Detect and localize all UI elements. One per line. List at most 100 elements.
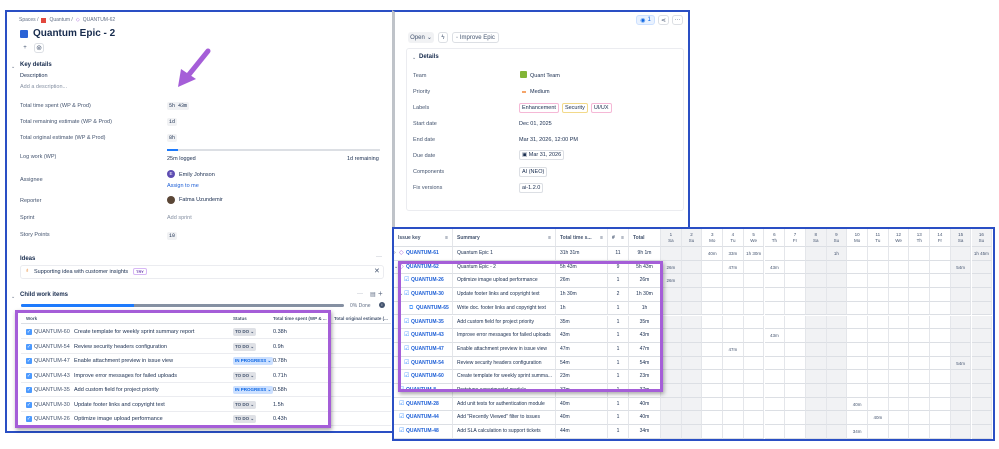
day-cell[interactable]: 34m xyxy=(847,425,868,439)
day-cell[interactable]: 47m xyxy=(723,260,744,275)
team-value[interactable]: Quant Team xyxy=(530,73,560,79)
day-cell[interactable] xyxy=(805,301,827,316)
issue-key-link[interactable]: QUANTUM-35 xyxy=(411,316,444,329)
day-cell[interactable] xyxy=(826,356,848,371)
day-cell[interactable] xyxy=(847,411,868,426)
day-cell[interactable] xyxy=(826,288,848,302)
status-dropdown[interactable]: TO DO ⌄ xyxy=(233,415,257,423)
day-cell[interactable] xyxy=(847,274,868,289)
day-cell[interactable] xyxy=(909,425,931,439)
expand-chevron-icon[interactable]: ⌄ xyxy=(399,288,403,301)
day-cell[interactable] xyxy=(930,301,951,316)
day-cell[interactable] xyxy=(785,315,806,330)
day-cell[interactable] xyxy=(971,356,993,371)
issue-key-link[interactable]: QUANTUM-28 xyxy=(406,398,439,411)
day-cell[interactable] xyxy=(909,301,931,316)
col-work[interactable]: Work xyxy=(26,316,37,321)
day-cell[interactable] xyxy=(661,301,682,316)
child-item-row[interactable]: ✓ QUANTUM-60 Create template for weekly sp… xyxy=(21,325,391,339)
day-cell[interactable] xyxy=(971,411,993,426)
day-cell[interactable] xyxy=(702,425,724,439)
day-cell[interactable] xyxy=(847,315,868,330)
day-cell[interactable] xyxy=(805,370,827,384)
expand-chevron-icon[interactable]: ⌄ xyxy=(394,261,398,274)
day-cell[interactable] xyxy=(702,356,724,371)
day-cell[interactable] xyxy=(826,370,848,384)
day-cell[interactable] xyxy=(743,342,765,357)
day-cell[interactable] xyxy=(764,384,786,398)
day-cell[interactable] xyxy=(661,329,682,343)
day-cell[interactable] xyxy=(785,425,806,439)
day-cell[interactable] xyxy=(847,288,868,302)
day-cell[interactable] xyxy=(888,274,910,289)
day-cell[interactable] xyxy=(785,247,806,261)
filter-icon[interactable]: ≡ xyxy=(621,229,624,246)
add-sprint-field[interactable]: Add sprint xyxy=(167,215,192,221)
day-cell[interactable] xyxy=(764,370,786,384)
day-cell[interactable] xyxy=(805,397,827,412)
day-cell[interactable] xyxy=(950,288,972,302)
day-cell[interactable] xyxy=(681,260,703,275)
day-cell[interactable] xyxy=(930,342,951,357)
day-cell[interactable] xyxy=(950,342,972,357)
day-cell[interactable]: 54m xyxy=(950,356,972,371)
day-cell[interactable] xyxy=(681,411,703,426)
day-cell[interactable] xyxy=(743,356,765,371)
day-cell[interactable] xyxy=(971,342,993,357)
day-cell[interactable] xyxy=(909,356,931,371)
day-cell[interactable] xyxy=(681,288,703,302)
day-cell[interactable] xyxy=(805,315,827,330)
day-cell[interactable] xyxy=(661,247,682,261)
day-cell[interactable] xyxy=(826,315,848,330)
day-cell[interactable] xyxy=(681,329,703,343)
expand-chevron-icon[interactable]: › xyxy=(394,247,396,260)
day-cell[interactable] xyxy=(888,384,910,398)
breadcrumb-spaces[interactable]: Spaces / xyxy=(19,17,38,23)
day-cell[interactable] xyxy=(847,342,868,357)
child-item-key[interactable]: QUANTUM-43 xyxy=(34,373,70,379)
close-icon[interactable]: ✕ xyxy=(374,267,380,275)
day-cell[interactable] xyxy=(681,425,703,439)
day-cell[interactable] xyxy=(868,384,889,398)
day-cell[interactable] xyxy=(764,247,786,261)
day-cell[interactable]: 40m xyxy=(868,411,889,426)
status-dropdown[interactable]: TO DO ⌄ xyxy=(233,328,257,336)
breadcrumb-issue[interactable]: QUANTUM-62 xyxy=(83,17,116,23)
day-cell[interactable] xyxy=(805,411,827,426)
day-cell[interactable] xyxy=(888,356,910,371)
day-cell[interactable]: 40m xyxy=(847,397,868,412)
child-item-title[interactable]: Update footer links and copyright text xyxy=(74,402,165,408)
day-cell[interactable] xyxy=(805,384,827,398)
issue-key-link[interactable]: QUANTUM-54 xyxy=(411,357,444,370)
day-cell[interactable] xyxy=(702,384,724,398)
breadcrumb-project[interactable]: Quantum / xyxy=(49,17,72,23)
day-cell[interactable]: 43m xyxy=(764,260,786,275)
day-cell[interactable] xyxy=(681,274,703,289)
day-cell[interactable] xyxy=(868,342,889,357)
day-cell[interactable] xyxy=(681,370,703,384)
day-cell[interactable] xyxy=(888,288,910,302)
day-cell[interactable] xyxy=(661,356,682,371)
child-item-row[interactable]: ✓ QUANTUM-30 Update footer links and copyr… xyxy=(21,398,391,412)
day-cell[interactable] xyxy=(702,329,724,343)
day-cell[interactable] xyxy=(743,425,765,439)
child-item-row[interactable]: ✓ QUANTUM-26 Optimize image upload perform… xyxy=(21,412,391,426)
day-cell[interactable] xyxy=(909,384,931,398)
components-value[interactable]: AI (NEO) xyxy=(519,167,548,177)
day-cell[interactable] xyxy=(681,384,703,398)
day-cell[interactable] xyxy=(702,301,724,316)
status-dropdown[interactable]: TO DO ⌄ xyxy=(233,342,257,351)
issue-key-link[interactable]: QUANTUM-8 xyxy=(406,384,436,397)
issue-key-link[interactable]: QUANTUM-48 xyxy=(406,425,439,438)
log-work-progress[interactable] xyxy=(167,149,380,151)
issue-key-link[interactable]: QUANTUM-47 xyxy=(411,343,444,356)
day-cell[interactable] xyxy=(805,247,827,261)
issue-key-link[interactable]: QUANTUM-43 xyxy=(411,329,444,342)
day-cell[interactable]: 1h 30m xyxy=(743,247,765,261)
day-cell[interactable] xyxy=(785,397,806,412)
col-header-total[interactable]: Total xyxy=(629,229,661,247)
issue-key-link[interactable]: QUANTUM-61 xyxy=(406,247,439,260)
day-cell[interactable] xyxy=(950,247,972,261)
label-tag[interactable]: Security xyxy=(561,103,588,113)
day-cell[interactable] xyxy=(909,288,931,302)
